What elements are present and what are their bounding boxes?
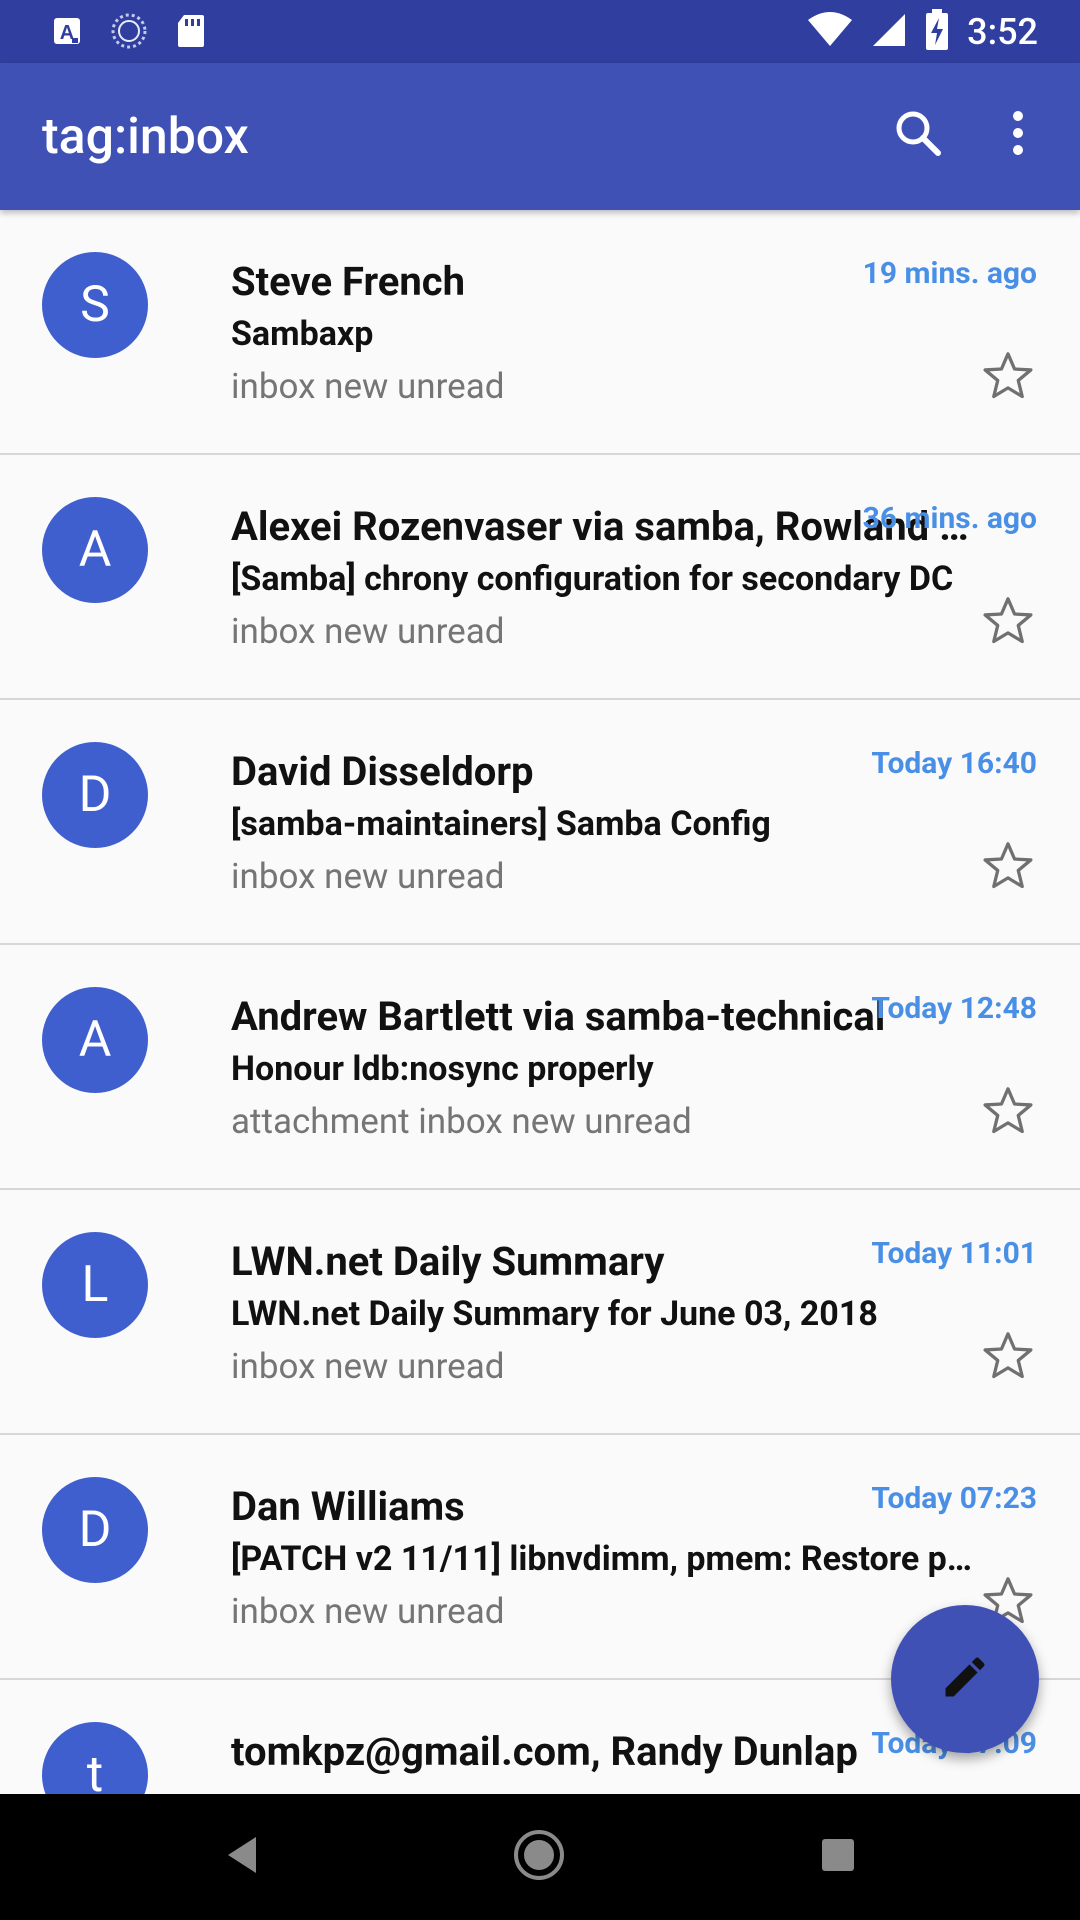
subject: Honour ldb:nosync properly <box>231 1049 654 1089</box>
star-icon[interactable] <box>980 1083 1036 1139</box>
avatar: A <box>42 497 148 603</box>
timestamp: 36 mins. ago <box>862 501 1037 536</box>
recents-icon <box>818 1835 858 1879</box>
tags: inbox new unread <box>231 611 505 652</box>
sender: David Disseldorp <box>231 748 534 795</box>
edit-pencil-icon <box>939 1651 991 1707</box>
search-icon <box>893 108 943 162</box>
tags: inbox new unread <box>231 1346 505 1387</box>
page-title: tag:inbox <box>42 108 249 166</box>
sender: Dan Williams <box>231 1483 465 1530</box>
sender: tomkpz@gmail.com, Randy Dunlap <box>231 1728 858 1775</box>
subject: [samba-maintainers] Samba Config <box>231 804 771 844</box>
timestamp: Today 12:48 <box>871 991 1037 1026</box>
sender: Andrew Bartlett via samba-technical <box>231 993 886 1040</box>
battery-charging-icon <box>925 8 949 55</box>
timestamp: Today 16:40 <box>871 746 1037 781</box>
star-icon[interactable] <box>980 838 1036 894</box>
subject: LWN.net Daily Summary for June 03, 2018 <box>231 1294 878 1334</box>
status-bar: A 3:52 <box>0 0 1080 63</box>
subject: [Samba] chrony configuration for seconda… <box>231 559 954 599</box>
timestamp: 19 mins. ago <box>862 256 1037 291</box>
message-row[interactable]: A Andrew Bartlett via samba-technical Ho… <box>0 945 1080 1190</box>
back-button[interactable] <box>212 1827 272 1887</box>
message-row[interactable]: A Alexei Rozenvaser via samba, Rowland P… <box>0 455 1080 700</box>
subject: Sambaxp <box>231 314 374 354</box>
avatar: L <box>42 1232 148 1338</box>
wifi-icon <box>807 11 853 52</box>
tags: inbox new unread <box>231 366 505 407</box>
recents-button[interactable] <box>808 1827 868 1887</box>
message-row[interactable]: D David Disseldorp [samba-maintainers] S… <box>0 700 1080 945</box>
star-icon[interactable] <box>980 1328 1036 1384</box>
sender: LWN.net Daily Summary <box>231 1238 665 1285</box>
avatar: A <box>42 987 148 1093</box>
message-row[interactable]: L LWN.net Daily Summary LWN.net Daily Su… <box>0 1190 1080 1435</box>
search-button[interactable] <box>886 103 950 167</box>
tags: inbox new unread <box>231 1591 505 1632</box>
app-bar: tag:inbox <box>0 63 1080 210</box>
tags: attachment inbox new unread <box>231 1101 692 1142</box>
home-button[interactable] <box>509 1827 569 1887</box>
star-icon[interactable] <box>980 593 1036 649</box>
more-vert-icon <box>1011 110 1025 160</box>
signal-icon <box>871 12 907 52</box>
avatar: D <box>42 742 148 848</box>
timestamp: Today 07:23 <box>871 1481 1037 1516</box>
compose-button[interactable] <box>891 1605 1039 1753</box>
a-badge-icon: A <box>52 16 82 46</box>
message-row[interactable]: S Steve French Sambaxp inbox new unread … <box>0 210 1080 455</box>
message-list: S Steve French Sambaxp inbox new unread … <box>0 210 1080 1794</box>
status-time: 3:52 <box>967 10 1038 53</box>
avatar: S <box>42 252 148 358</box>
sync-spinner-icon <box>110 12 148 50</box>
timestamp: Today 11:01 <box>871 1236 1037 1271</box>
avatar: D <box>42 1477 148 1583</box>
sd-card-icon <box>176 13 206 49</box>
star-icon[interactable] <box>980 348 1036 404</box>
avatar: t <box>42 1722 148 1794</box>
more-options-button[interactable] <box>986 103 1050 167</box>
subject: [PATCH v2 11/11] libnvdimm, pmem: Restor… <box>231 1539 989 1579</box>
navigation-bar <box>0 1794 1080 1920</box>
back-icon <box>222 1833 262 1881</box>
tags: inbox new unread <box>231 856 505 897</box>
home-icon <box>511 1827 567 1887</box>
